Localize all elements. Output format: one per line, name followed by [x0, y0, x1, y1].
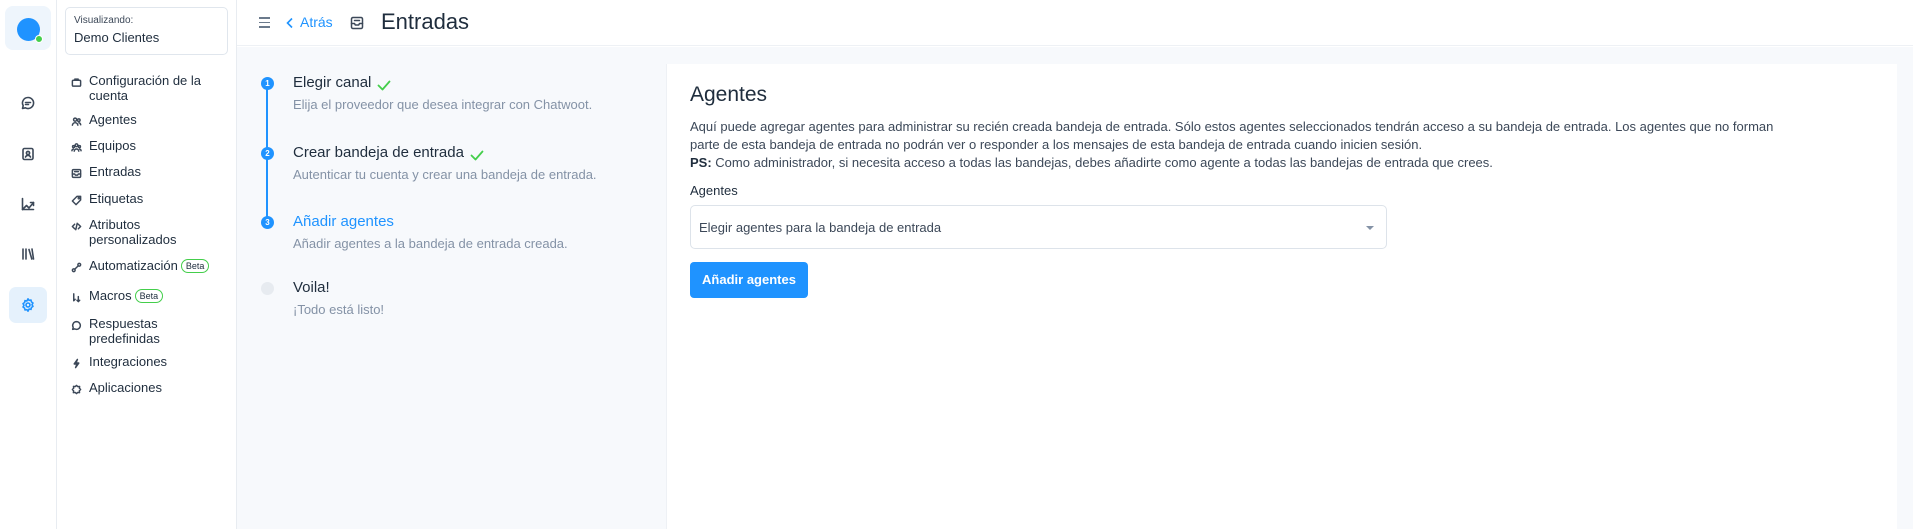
apps-icon: [71, 383, 82, 395]
checkmark-icon: [470, 148, 484, 160]
step-number-badge: 2: [261, 147, 274, 160]
campaigns-nav-button[interactable]: [9, 236, 47, 272]
step-title: Elegir canal: [293, 74, 391, 92]
panel-description-text: Aquí puede agregar agentes para administ…: [690, 119, 1774, 152]
agents-field-label: Agentes: [690, 183, 738, 198]
sidebar-item-label: Macros: [89, 288, 132, 303]
chat-bubble-icon: [71, 319, 82, 331]
panel-description: Aquí puede agregar agentes para administ…: [690, 118, 1805, 172]
library-icon: [22, 248, 35, 260]
code-icon: [71, 220, 82, 231]
select-placeholder: Elegir agentes para la bandeja de entrad…: [699, 220, 942, 235]
account-name: Demo Clientes: [74, 30, 160, 45]
inbox-wizard: 1 Elegir canal Elija el proveedor que de…: [237, 47, 1913, 529]
app-root: Visualizando: Demo Clientes Configuració…: [0, 0, 1913, 529]
macros-icon: [71, 291, 82, 303]
step-number-badge: 4: [261, 282, 274, 295]
page-title: Entradas: [381, 9, 470, 34]
step-title: Añadir agentes: [293, 213, 394, 231]
ps-label: PS:: [690, 155, 712, 170]
trend-chart-icon: [21, 197, 35, 211]
reports-nav-button[interactable]: [9, 186, 47, 222]
chevron-left-icon: [285, 16, 295, 29]
account-caption: Visualizando:: [74, 15, 134, 26]
add-agents-panel: Agentes Aquí puede agregar agentes para …: [666, 64, 1897, 529]
automation-icon: [71, 261, 82, 273]
ps-text: Como administrador, si necesita acceso a…: [715, 155, 1493, 170]
step-title: Voila!: [293, 279, 330, 297]
sidebar-item-label: Etiquetas: [89, 191, 144, 206]
sidebar-item-macros[interactable]: Macros Beta: [71, 288, 217, 303]
plug-icon: [71, 357, 82, 369]
sidebar-item-agents[interactable]: Agentes: [71, 112, 217, 127]
sidebar-item-label: Respuestas predefinidas: [89, 316, 160, 346]
sidebar-item-label-group: Automatización Beta: [89, 258, 217, 273]
checkmark-icon: [377, 78, 391, 90]
sidebar-item-label: Configuración de la cuenta: [89, 73, 202, 103]
step-number-badge: 3: [261, 216, 274, 229]
caret-down-icon: [1366, 226, 1374, 230]
step-title: Crear bandeja de entrada: [293, 144, 484, 162]
step-description: Elija el proveedor que desea integrar co…: [293, 97, 593, 112]
sidebar-item-label: Automatización: [89, 258, 178, 273]
team-icon: [71, 141, 82, 152]
sidebar-item-label: Integraciones: [89, 354, 168, 369]
account-switcher[interactable]: Visualizando: Demo Clientes: [65, 7, 228, 55]
sidebar-item-labels[interactable]: Etiquetas: [71, 191, 217, 206]
sidebar-item-canned-responses[interactable]: Respuestas predefinidas: [71, 316, 217, 346]
sidebar-item-label: Equipos: [89, 138, 136, 153]
step-connector: [266, 89, 268, 154]
primary-nav-rail: [0, 0, 57, 529]
step-description: Autenticar tu cuenta y crear una bandeja…: [293, 167, 597, 182]
sidebar-item-custom-attributes[interactable]: Atributos personalizados: [71, 217, 217, 247]
contacts-nav-button[interactable]: [9, 136, 47, 172]
beta-badge: Beta: [134, 289, 164, 303]
panel-title: Agentes: [690, 83, 768, 106]
add-agents-button[interactable]: Añadir agentes: [690, 262, 808, 298]
settings-sidebar: Visualizando: Demo Clientes Configuració…: [57, 0, 237, 529]
conversations-nav-button[interactable]: [9, 85, 47, 121]
step-title-text: Crear bandeja de entrada: [293, 144, 464, 161]
inbox-icon: [71, 167, 82, 179]
sidebar-item-applications[interactable]: Aplicaciones: [71, 380, 217, 395]
step-description: ¡Todo está listo!: [293, 302, 385, 317]
sidebar-item-inboxes[interactable]: Entradas: [71, 164, 217, 179]
step-title-text: Añadir agentes: [293, 213, 394, 230]
step-number-badge: 1: [261, 77, 274, 90]
beta-badge: Beta: [180, 259, 210, 273]
step-title-text: Voila!: [293, 279, 330, 296]
sidebar-item-label: Agentes: [89, 112, 137, 127]
contact-card-icon: [22, 147, 34, 161]
back-label: Atrás: [300, 14, 333, 30]
page-header: Atrás Entradas: [237, 0, 1913, 46]
sidebar-item-label-group: Macros Beta: [89, 288, 217, 303]
menu-toggle-icon[interactable]: [259, 17, 270, 28]
app-logo[interactable]: [5, 6, 51, 50]
sidebar-item-automation[interactable]: Automatización Beta: [71, 258, 217, 273]
people-icon: [71, 115, 82, 126]
step-title-text: Elegir canal: [293, 74, 372, 91]
inbox-icon: [350, 16, 364, 30]
sidebar-item-label: Atributos personalizados: [89, 217, 177, 247]
online-status-indicator: [35, 35, 43, 43]
step-description: Añadir agentes a la bandeja de entrada c…: [293, 236, 568, 251]
sidebar-item-label: Entradas: [89, 164, 142, 179]
sidebar-item-label: Aplicaciones: [89, 380, 162, 395]
briefcase-icon: [71, 76, 82, 87]
gear-icon: [22, 298, 34, 312]
back-button[interactable]: Atrás: [285, 14, 333, 30]
sidebar-item-teams[interactable]: Equipos: [71, 138, 217, 153]
agents-multiselect[interactable]: Elegir agentes para la bandeja de entrad…: [690, 205, 1387, 249]
sidebar-item-integrations[interactable]: Integraciones: [71, 354, 217, 369]
settings-nav-button[interactable]: [9, 287, 47, 323]
chat-icon: [21, 96, 35, 110]
tag-icon: [71, 194, 82, 206]
sidebar-item-account-settings[interactable]: Configuración de la cuenta: [71, 73, 217, 103]
